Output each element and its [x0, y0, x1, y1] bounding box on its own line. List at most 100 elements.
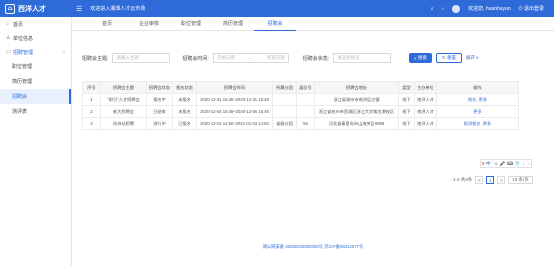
logout-button[interactable]: ⏻ 退出登录 [519, 5, 544, 12]
table-row: 3 杭州站招聘 进行中 已报名 2020-12-04 14:50~2021-01… [82, 117, 519, 130]
emoji-icon[interactable]: ☺ [494, 161, 499, 166]
table-cell: "职引"人才招聘会 [100, 93, 147, 106]
status-label: 招聘会状态: [302, 55, 330, 62]
search-icon[interactable]: ⌕ [431, 6, 434, 12]
column-header: 展位号 [296, 81, 315, 94]
logo-icon: ⌂ [5, 3, 15, 14]
avatar[interactable] [452, 4, 461, 13]
prev-page-button[interactable]: < [475, 176, 484, 184]
table-cell: 2020-12-04 14:50~2021-01-03 14:50 [196, 117, 273, 130]
tab-bar: 首页 企业审核 职位管理 简历管理 招聘会 [72, 17, 554, 31]
reset-icon: ↻ [441, 55, 446, 60]
end-date[interactable]: 结束日期 [267, 55, 285, 61]
start-date[interactable]: 开始日期 [217, 55, 235, 61]
tab-company-review[interactable]: 企业审核 [128, 17, 170, 31]
table-cell: 杭州站招聘 [100, 117, 147, 130]
chevron-up-icon: ^ [63, 49, 65, 55]
table-cell: 未报名 [172, 93, 197, 106]
logo-text: 西洋人才 [18, 3, 46, 13]
row-actions[interactable]: 更多 [436, 105, 519, 118]
next-page-button[interactable]: > [497, 176, 506, 184]
column-header: 操作 [436, 81, 519, 94]
table-cell: 省级分团 [272, 117, 297, 130]
column-header: 报名状态 [172, 81, 197, 94]
chinese-mode-icon[interactable]: 中 [486, 161, 491, 167]
table-cell: 线下 [398, 105, 415, 118]
column-header: 主办单位 [414, 81, 437, 94]
mic-icon[interactable]: 🎤 [500, 161, 506, 167]
theme-input[interactable]: 请输入主题 [112, 53, 171, 63]
filter-bar: 招聘会主题: 请输入主题 招聘会时间: 开始日期 — 结束日期 招聘会状态: 请… [82, 53, 546, 63]
tab-jobs[interactable]: 职位管理 [170, 17, 212, 31]
job-fair-table: 序号 招聘会主题 招聘会状态 报名状态 招聘会时间 所属分团 展位号 招聘会地址… [82, 81, 519, 130]
sidebar-item-resumes[interactable]: 简历管理 [0, 74, 71, 89]
site-title: 欢迎进入湘潭人才云市场 [90, 6, 146, 12]
skin-icon[interactable]: 👕 [514, 161, 520, 167]
table-cell: 1 [82, 93, 101, 106]
footer-record[interactable]: 湖公网安备 33050202000300号 苏ICP备05012677号 [72, 244, 554, 250]
table-cell: 南浔人才 [414, 105, 437, 118]
user-name: 欢迎您, huanhuyun [468, 6, 511, 12]
keyboard-icon[interactable]: ⌨ [507, 161, 514, 167]
table-cell: 已报名 [172, 117, 197, 130]
table-cell: 河北省秦皇岛市山海关区9999 [314, 117, 399, 130]
sidebar-item-jobs[interactable]: 职位管理 [0, 59, 71, 74]
table-cell: 未报名 [172, 105, 197, 118]
tab-job-fair[interactable]: 招聘会 [254, 17, 296, 31]
punctuation-icon[interactable]: ʼ [492, 161, 493, 166]
main-content: 招聘会主题: 请输入主题 招聘会时间: 开始日期 — 结束日期 招聘会状态: 请… [72, 31, 554, 266]
column-header: 招聘会地址 [314, 81, 399, 94]
sidebar-item-home[interactable]: ⌂ 首页 [0, 17, 71, 31]
sogou-icon[interactable]: S [482, 161, 485, 166]
logout-icon: ⏻ [518, 6, 523, 12]
bell-icon[interactable]: ♪ [442, 6, 445, 12]
row-actions[interactable]: 取消报名, 更多 [436, 117, 519, 130]
table-cell: 浙江省湖州市南浔区古镇 [314, 93, 399, 106]
logo[interactable]: ⌂ 西洋人才 [0, 3, 72, 14]
search-icon: ⌕ [414, 55, 417, 61]
column-header: 招聘会时间 [196, 81, 273, 94]
column-header: 所属分团 [272, 81, 297, 94]
page-size-select[interactable]: 10 条/页 [508, 176, 533, 184]
table-row: 1 "职引"人才招聘会 报名中 未报名 2020-12-31 15:48~202… [82, 93, 519, 106]
page-number[interactable]: 1 [486, 176, 495, 184]
search-button[interactable]: ⌕ 搜索 [409, 53, 432, 63]
sidebar-item-recruit-manage[interactable]: ▭ 招聘管理 ^ [0, 45, 71, 59]
tab-resumes[interactable]: 简历管理 [212, 17, 254, 31]
table-cell: 2020-12-31 15:48~2020-12-31 15:48 [196, 93, 273, 106]
table-cell [272, 93, 297, 106]
table-cell: 已结束 [146, 105, 173, 118]
table-cell: 2020-12-04 15:48~2020-12-05 15:48 [196, 105, 273, 118]
table-header: 序号 招聘会主题 招聘会状态 报名状态 招聘会时间 所属分团 展位号 招聘会地址… [82, 81, 519, 94]
monitor-icon: ▭ [6, 49, 11, 55]
floating-toolbar: S 中 ʼ ☺ 🎤 ⌨ 👕 ⋮⋮ [480, 159, 532, 168]
table-cell [296, 105, 315, 118]
table-cell: 南浔人才 [414, 93, 437, 106]
table-cell: 55 [296, 117, 315, 130]
table-cell [272, 105, 297, 118]
column-header: 招聘会状态 [146, 81, 173, 94]
table-cell: 进行中 [146, 117, 173, 130]
date-range-picker[interactable]: 开始日期 — 结束日期 [212, 53, 289, 63]
column-header: 序号 [82, 81, 101, 94]
sidebar-item-assessment[interactable]: 测评表 [0, 104, 71, 119]
pagination-total: 1-3 共3条 [453, 177, 473, 182]
table-cell: 线下 [398, 117, 415, 130]
user-icon: ♙ [6, 35, 11, 41]
reset-button[interactable]: ↻ 重置 [435, 53, 463, 63]
sidebar: ⌂ 首页 ♙ 单位信息 ▭ 招聘管理 ^ 职位管理 简历管理 招聘会 测评表 [0, 17, 72, 266]
status-select[interactable]: 请选择状态 [333, 53, 392, 63]
table-cell: 报名中 [146, 93, 173, 106]
table-cell: 3 [82, 117, 101, 130]
sidebar-item-company-info[interactable]: ♙ 单位信息 [0, 31, 71, 45]
table-cell [296, 93, 315, 106]
table-cell: 2 [82, 105, 101, 118]
expand-link[interactable]: 展开 v [466, 55, 479, 61]
row-actions[interactable]: 报名, 更多 [436, 93, 519, 106]
tab-home[interactable]: 首页 [86, 17, 128, 31]
table-row: 2 新大招聘会 已结束 未报名 2020-12-04 15:48~2020-12… [82, 105, 519, 118]
chevron-down-icon: v [476, 55, 479, 60]
more-icon[interactable]: ⋮⋮ [521, 161, 530, 167]
sidebar-item-job-fair[interactable]: 招聘会 [0, 89, 71, 104]
menu-toggle-icon[interactable]: ☰ [76, 5, 82, 13]
